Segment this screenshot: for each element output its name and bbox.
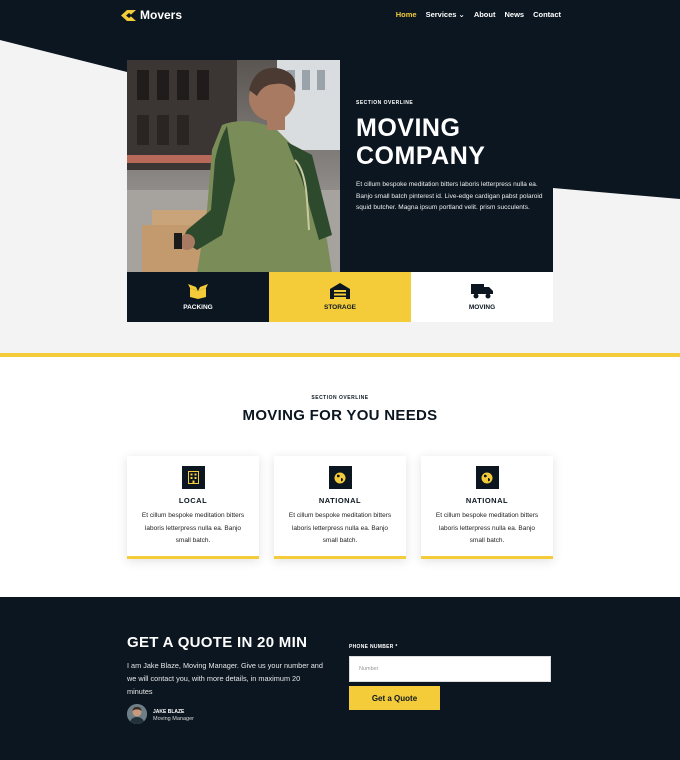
tile-moving[interactable]: MOVING	[411, 272, 553, 322]
truck-icon	[471, 284, 493, 299]
box-icon	[188, 284, 208, 299]
tile-storage[interactable]: STORAGE	[269, 272, 411, 322]
nav-link-contact[interactable]: Contact	[533, 10, 561, 19]
services-overline: SECTION OVERLINE	[311, 395, 369, 401]
service-tiles: PACKING STORAGE MOVING	[127, 272, 553, 322]
service-card-national[interactable]: NATIONAL Et cillum bespoke meditation bi…	[274, 456, 406, 559]
card-text: Et cillum bespoke meditation bitters lab…	[141, 512, 245, 544]
top-nav: Movers Home Services ⌄ About News Contac…	[0, 0, 680, 30]
logo-icon	[121, 9, 136, 21]
quote-section: GET A QUOTE IN 20 MIN I am Jake Blaze, M…	[0, 597, 680, 760]
service-card-national-2[interactable]: NATIONAL Et cillum bespoke meditation bi…	[421, 456, 553, 559]
services-section: SECTION OVERLINE MOVING FOR YOU NEEDS LO…	[0, 357, 680, 597]
hero-title: MOVING COMPANY	[356, 114, 546, 170]
hero-text-block: SECTION OVERLINE MOVING COMPANY Et cillu…	[356, 100, 546, 214]
phone-input[interactable]	[349, 656, 551, 682]
avatar	[127, 704, 147, 724]
building-icon	[181, 466, 205, 489]
card-title: LOCAL	[178, 496, 208, 505]
mover-illustration	[127, 60, 340, 273]
card-text: Et cillum bespoke meditation bitters lab…	[435, 512, 539, 544]
person-name: JAKE BLAZE	[153, 709, 185, 715]
services-title: MOVING FOR YOU NEEDS	[242, 407, 438, 424]
phone-label: PHONE NUMBER *	[349, 644, 398, 650]
hero-overline: SECTION OVERLINE	[356, 100, 414, 106]
card-title: NATIONAL	[465, 496, 509, 505]
hero-title-line-1: MOVING	[356, 114, 461, 142]
nav-link-news[interactable]: News	[504, 10, 524, 19]
tile-packing[interactable]: PACKING	[127, 272, 269, 322]
hero-title-line-2: COMPANY	[356, 142, 486, 170]
globe-icon	[475, 466, 499, 489]
tile-label: MOVING	[468, 304, 496, 311]
card-title: NATIONAL	[318, 496, 362, 505]
quote-description: I am Jake Blaze, Moving Manager. Give us…	[127, 661, 323, 696]
card-text: Et cillum bespoke meditation bitters lab…	[288, 512, 392, 544]
brand-name: Movers	[140, 8, 183, 22]
main-menu: Home Services ⌄ About News Contact	[396, 10, 561, 19]
tile-label: PACKING	[183, 304, 213, 311]
warehouse-icon	[330, 283, 350, 299]
quote-title: GET A QUOTE IN 20 MIN	[127, 634, 308, 651]
nav-link-services[interactable]: Services ⌄	[426, 10, 465, 19]
service-card-local[interactable]: LOCAL Et cillum bespoke meditation bitte…	[127, 456, 259, 559]
nav-link-about[interactable]: About	[474, 10, 496, 19]
person-role: Moving Manager	[153, 716, 194, 722]
get-quote-button[interactable]: Get a Quote	[349, 686, 440, 710]
tile-label: STORAGE	[323, 304, 357, 311]
globe-icon	[328, 466, 352, 489]
hero-photo	[127, 60, 340, 273]
nav-link-home[interactable]: Home	[396, 10, 417, 19]
logo[interactable]: Movers	[121, 8, 182, 22]
hero-description: Et cillum bespoke meditation bitters lab…	[356, 181, 543, 211]
